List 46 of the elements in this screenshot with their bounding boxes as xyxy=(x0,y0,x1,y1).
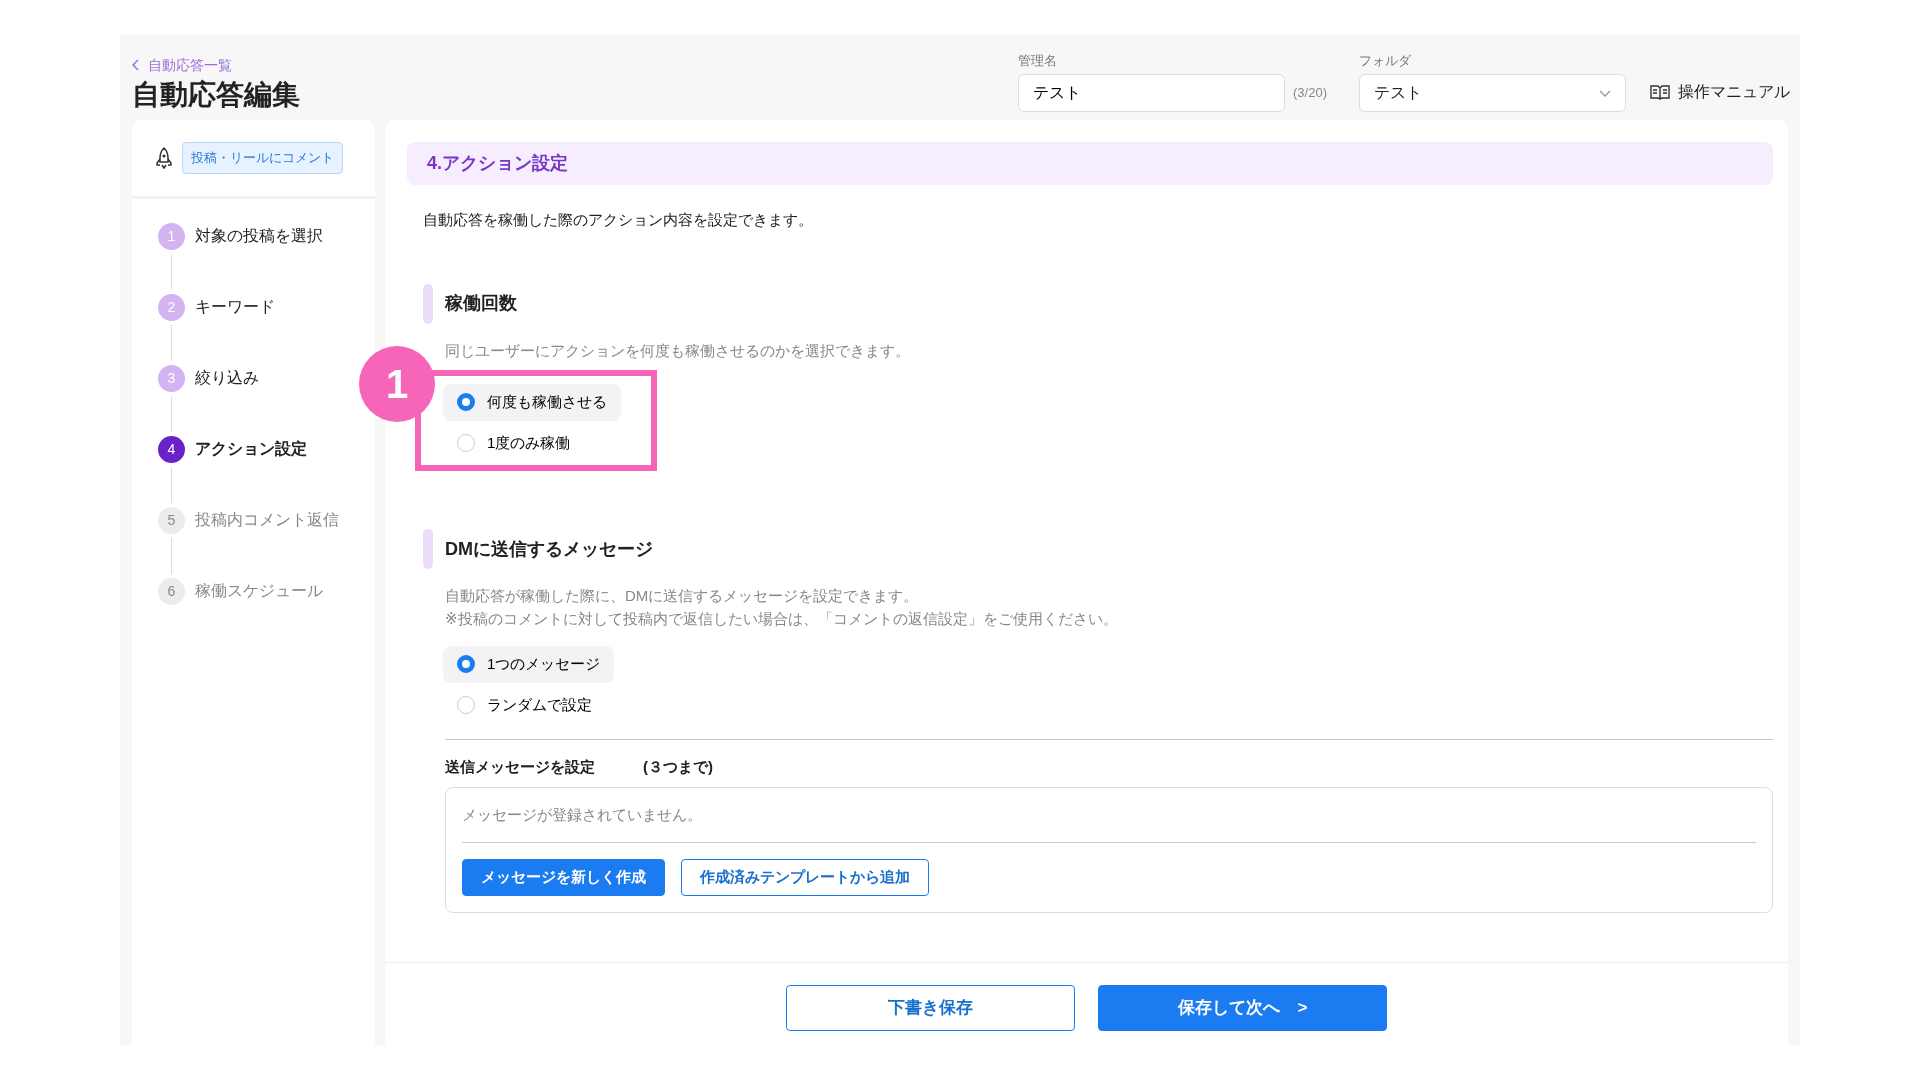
description-text: ※投稿のコメントに対して投稿内で返信したい場合は、「コメントの返信設定」をご使用ください。 xyxy=(445,608,1119,629)
step-number: 5 xyxy=(158,506,185,534)
radio-option[interactable]: 1度のみ稼働 xyxy=(443,424,585,461)
limit-text: (３つまで) xyxy=(643,757,713,777)
radio-option[interactable]: 1つのメッセージ xyxy=(443,646,615,683)
book-icon xyxy=(1650,84,1670,100)
description-text: 同じユーザーにアクションを何度も稼働させるのかを選択できます。 xyxy=(445,340,911,361)
step-link[interactable]: アクション設定 xyxy=(195,437,307,461)
step-number: 1 xyxy=(158,222,185,250)
section-heading: 稼働回数 xyxy=(445,292,517,315)
radio-option[interactable]: 何度も稼働させる xyxy=(443,384,621,421)
accent-bar xyxy=(423,283,433,324)
field-label: フォルダ xyxy=(1359,51,1412,70)
field-label: 送信メッセージを設定 xyxy=(445,757,595,777)
add-template-button[interactable]: 作成済みテンプレートから追加 xyxy=(681,859,929,896)
page-title: 自動応答編集 xyxy=(132,78,301,112)
trigger-tag: 投稿・リールにコメント xyxy=(182,142,343,174)
manual-link[interactable]: 操作マニュアル xyxy=(1650,80,1790,104)
accent-bar xyxy=(423,529,433,569)
empty-message-text: メッセージが登録されていません。 xyxy=(462,804,703,825)
step-number: 3 xyxy=(158,364,185,392)
create-message-button[interactable]: メッセージを新しく作成 xyxy=(462,859,665,896)
annotation-marker: 1 xyxy=(359,346,435,422)
section-title: 4.アクション設定 xyxy=(407,142,1773,185)
rocket-icon xyxy=(154,146,174,169)
step-link[interactable]: 絞り込み xyxy=(195,366,259,390)
radio-option[interactable]: ランダムで設定 xyxy=(443,686,606,723)
field-label: 管理名 xyxy=(1018,51,1059,70)
intro-text: 自動応答を稼働した際のアクション内容を設定できます。 xyxy=(423,210,814,230)
step-number: 6 xyxy=(158,577,185,605)
step-number: 4 xyxy=(158,435,185,463)
section-heading: DMに送信するメッセージ xyxy=(445,537,653,561)
chevron-left-icon xyxy=(132,59,140,72)
step-link[interactable]: 対象の投稿を選択 xyxy=(195,224,323,248)
step-link[interactable]: 投稿内コメント返信 xyxy=(195,508,339,532)
back-link[interactable]: 自動応答一覧 xyxy=(132,54,232,76)
character-counter: (3/20) xyxy=(1293,84,1327,103)
chevron-down-icon xyxy=(1599,89,1611,97)
step-number: 2 xyxy=(158,293,185,321)
step-link[interactable]: 稼働スケジュール xyxy=(195,579,323,603)
save-next-button[interactable]: 保存して次へ > xyxy=(1098,985,1387,1031)
folder-select[interactable]: テスト xyxy=(1359,74,1626,112)
name-input-field[interactable]: テスト xyxy=(1018,74,1286,112)
step-link[interactable]: キーワード xyxy=(195,295,275,319)
save-draft-button[interactable]: 下書き保存 xyxy=(786,985,1075,1031)
description-text: 自動応答が稼働した際に、DMに送信するメッセージを設定できます。 xyxy=(445,586,920,606)
